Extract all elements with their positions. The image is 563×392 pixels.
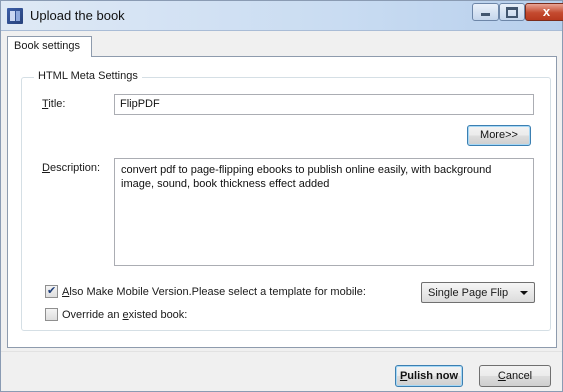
publish-now-label: Pulish now — [399, 370, 459, 382]
group-legend: HTML Meta Settings — [34, 70, 142, 82]
tab-book-settings[interactable]: Book settings — [7, 36, 92, 57]
title-bar[interactable]: Upload the book x — [1, 1, 563, 31]
more-button-label: More>> — [480, 129, 518, 141]
mobile-version-label: Also Make Mobile Version.Please select a… — [62, 286, 366, 298]
chevron-down-icon — [520, 291, 528, 295]
title-label: Title: — [42, 98, 66, 110]
footer-separator — [1, 351, 562, 352]
tab-label: Book settings — [14, 40, 81, 52]
book-app-icon — [7, 8, 23, 24]
publish-now-button[interactable]: Pulish now — [395, 365, 463, 387]
override-checkbox[interactable] — [45, 308, 58, 321]
more-button[interactable]: More>> — [467, 125, 531, 146]
description-label: Description: — [42, 162, 101, 174]
override-label: Override an existed book: — [62, 309, 188, 321]
minimize-button[interactable] — [472, 3, 499, 21]
description-value: convert pdf to page-flipping ebooks to p… — [121, 164, 492, 190]
description-textarea[interactable]: convert pdf to page-flipping ebooks to p… — [114, 158, 534, 266]
cancel-label: Cancel — [497, 370, 533, 382]
mobile-version-checkbox[interactable] — [45, 284, 58, 298]
window-title: Upload the book — [30, 8, 125, 23]
mobile-template-value: Single Page Flip — [428, 287, 509, 299]
title-input-value: FlipPDF — [120, 98, 160, 110]
maximize-icon — [506, 7, 518, 18]
close-button[interactable]: x — [525, 3, 563, 21]
close-icon: x — [542, 4, 551, 19]
mobile-template-select[interactable]: Single Page Flip — [421, 282, 535, 303]
maximize-button[interactable] — [499, 3, 525, 21]
cancel-button[interactable]: Cancel — [479, 365, 551, 387]
upload-dialog: Upload the book x Book settings HTML Met… — [0, 0, 563, 392]
title-input[interactable]: FlipPDF — [114, 94, 534, 115]
minimize-icon — [481, 13, 490, 16]
